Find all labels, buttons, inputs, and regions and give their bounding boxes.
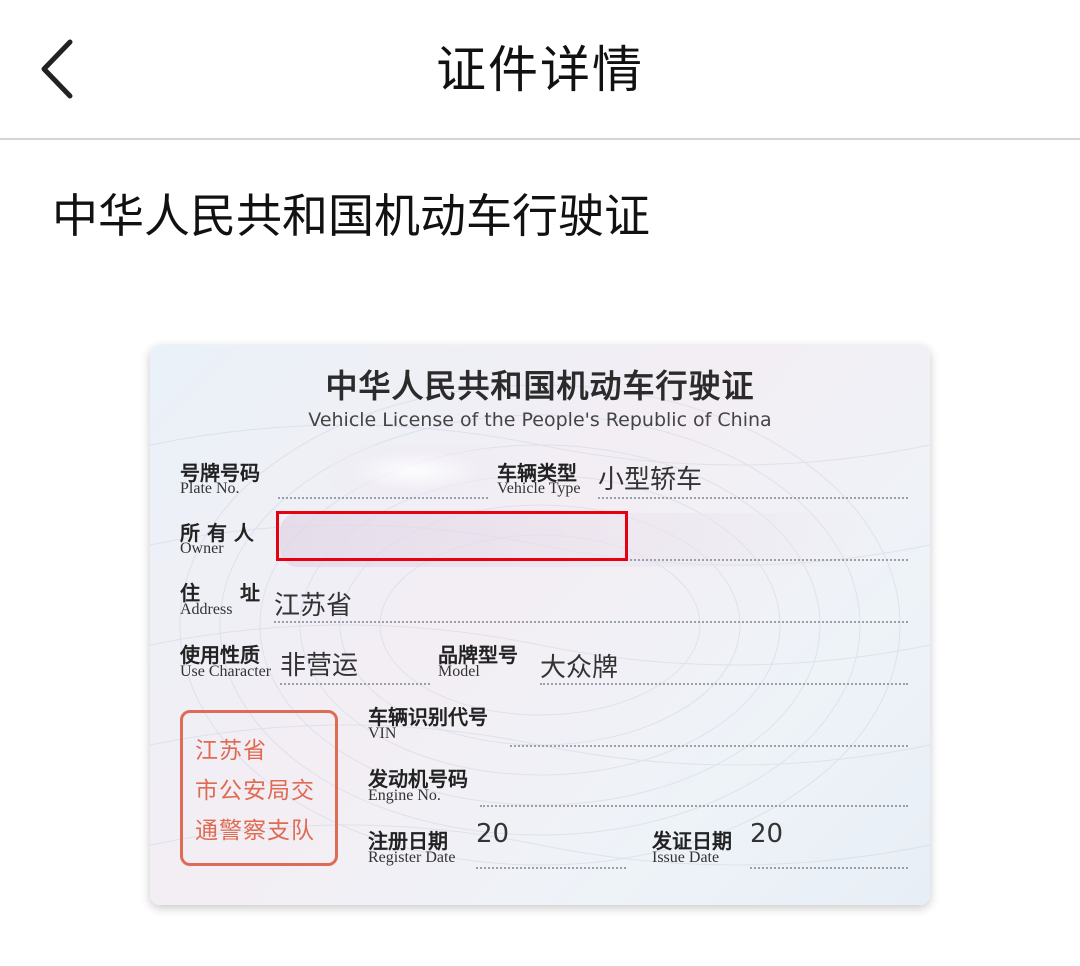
section-title: 中华人民共和国机动车行驶证 — [52, 189, 650, 243]
use-character-line — [280, 683, 430, 685]
register-date-line — [476, 867, 626, 869]
plate-no-label-en: Plate No. — [180, 480, 240, 497]
address-value: 江苏省 — [274, 591, 353, 621]
use-character-value: 非营运 — [280, 651, 359, 681]
register-date-value: 20 — [476, 819, 510, 849]
seal-line: 通警察支队 — [195, 818, 315, 844]
vehicle-type-label-en: Vehicle Type — [497, 480, 581, 497]
seal-line: 江苏省 — [195, 738, 267, 764]
page-title: 证件详情 — [436, 41, 644, 99]
issue-date-label-en: Issue Date — [652, 849, 720, 866]
vehicle-type-value: 小型轿车 — [598, 465, 703, 495]
address-label-en: Address — [180, 601, 233, 618]
address-line — [274, 621, 908, 623]
use-character-label-en: Use Character — [180, 663, 272, 680]
issue-date-line — [750, 867, 908, 869]
vin-label-en: VIN — [368, 725, 397, 742]
engine-no-label-en: Engine No. — [368, 787, 441, 804]
vehicle-license-image[interactable]: 中华人民共和国机动车行驶证 Vehicle License of the Peo… — [150, 345, 930, 905]
engine-no-line — [480, 805, 908, 807]
issuing-authority-seal: 江苏省 市公安局交 通警察支队 — [180, 710, 338, 866]
model-label-en: Model — [438, 663, 480, 680]
owner-highlight-box — [276, 511, 628, 561]
redacted-plate-area — [330, 445, 500, 497]
owner-label-en: Owner — [180, 540, 224, 557]
issue-date-value: 20 — [750, 819, 784, 849]
seal-line: 市公安局交 — [195, 778, 315, 804]
register-date-label-en: Register Date — [368, 849, 456, 866]
model-value: 大众牌 — [540, 653, 619, 683]
plate-no-line — [278, 497, 488, 499]
owner-line — [630, 559, 908, 561]
vin-line — [510, 745, 908, 747]
top-navigation-bar: 证件详情 — [0, 0, 1080, 140]
card-title-en: Vehicle License of the People's Republic… — [308, 409, 772, 431]
vehicle-type-line — [598, 497, 908, 499]
card-title-zh: 中华人民共和国机动车行驶证 — [325, 367, 755, 405]
model-line — [540, 683, 908, 685]
